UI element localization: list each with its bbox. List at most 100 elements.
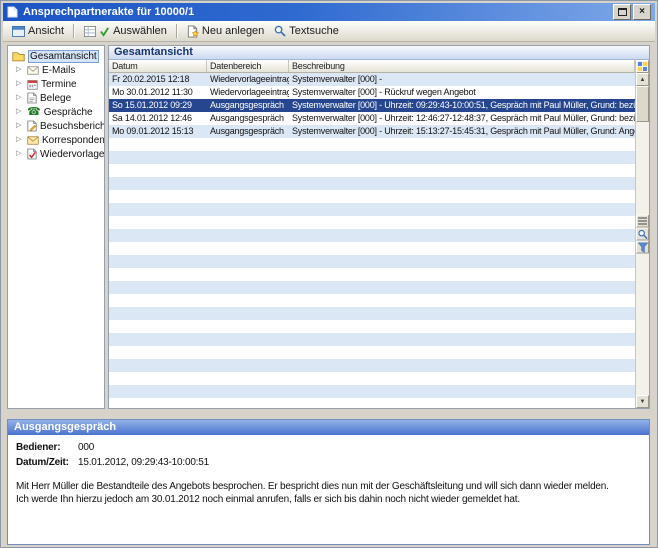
detail-body: Bediener: 000 Datum/Zeit: 15.01.2012, 09… <box>8 435 649 511</box>
entry-list-panel: Gesamtansicht Datum Datenbereich Beschre… <box>108 45 650 409</box>
table-row[interactable]: Sa 14.01.2012 12:46 Ausgangsgespräch Sys… <box>109 112 635 125</box>
toolbar-separator <box>176 24 178 38</box>
expander-icon[interactable] <box>16 105 24 119</box>
tree-item-termine[interactable]: Termine <box>8 77 104 91</box>
neu-anlegen-label: Neu anlegen <box>202 25 264 37</box>
vertical-scrollbar[interactable] <box>635 60 649 408</box>
scroll-up-button[interactable] <box>636 73 649 86</box>
expander-icon[interactable] <box>16 133 24 147</box>
tree-item-korrespondenzen[interactable]: Korrespondenzen <box>8 133 104 147</box>
field-value-bediener: 000 <box>78 440 94 455</box>
column-header-datum[interactable]: Datum <box>109 60 207 72</box>
auswaehlen-label: Auswählen <box>113 25 167 37</box>
navigation-tree: Gesamtansicht E-Mails Termine Belege <box>7 45 105 409</box>
text-search-icon <box>274 25 286 37</box>
list-options-button[interactable] <box>636 215 649 228</box>
tree-item-label: E-Mails <box>42 65 75 76</box>
ansicht-button[interactable]: Ansicht <box>7 23 69 39</box>
mail-icon <box>27 66 39 75</box>
select-grid-icon <box>84 26 96 37</box>
cell-beschreibung: Systemverwalter [000] - Uhrzeit: 12:46:2… <box>289 112 635 125</box>
tree-item-label: Besuchsberichte <box>40 121 104 132</box>
neu-anlegen-button[interactable]: Neu anlegen <box>182 23 269 40</box>
toolbar-separator <box>73 24 75 38</box>
cell-datenbereich: Wiedervorlageeintrag <box>207 86 289 99</box>
expander-icon[interactable] <box>16 119 24 133</box>
tree-item-wiedervorlagen[interactable]: Wiedervorlagen <box>8 147 104 161</box>
expander-icon[interactable] <box>16 77 24 91</box>
filter-icon <box>638 242 648 252</box>
expander-icon[interactable] <box>16 91 24 105</box>
cell-datum: Fr 20.02.2015 12:18 <box>109 73 207 86</box>
table-row[interactable]: Mo 30.01.2012 11:30 Wiedervorlageeintrag… <box>109 86 635 99</box>
detail-field: Datum/Zeit: 15.01.2012, 09:29:43-10:00:5… <box>16 455 641 470</box>
ansicht-label: Ansicht <box>28 25 64 37</box>
cell-datenbereich: Ausgangsgespräch <box>207 112 289 125</box>
tree-item-label: Korrespondenzen <box>42 135 104 146</box>
select-check-icon <box>99 26 110 37</box>
cell-beschreibung: Systemverwalter [000] - <box>289 73 635 86</box>
cell-datum: Sa 14.01.2012 12:46 <box>109 112 207 125</box>
column-header-beschreibung[interactable]: Beschreibung <box>289 60 635 72</box>
close-button[interactable]: × <box>633 4 651 20</box>
report-icon <box>27 120 37 132</box>
detail-panel: Ausgangsgespräch Bediener: 000 Datum/Zei… <box>7 419 650 545</box>
filter-button[interactable] <box>636 241 649 254</box>
expander-icon[interactable] <box>16 147 24 161</box>
close-icon: × <box>639 7 645 17</box>
detail-note: Mit Herr Müller die Bestandteile des Ang… <box>16 480 641 506</box>
grid-icon <box>638 62 647 71</box>
zoom-button[interactable] <box>636 228 649 241</box>
tree-item-gespraeche[interactable]: Gespräche <box>8 105 104 119</box>
tree-item-emails[interactable]: E-Mails <box>8 63 104 77</box>
cell-datum: Mo 30.01.2012 11:30 <box>109 86 207 99</box>
scrollbar-tools <box>636 215 649 254</box>
tree-item-label: Gespräche <box>44 107 93 118</box>
tree-item-gesamtansicht[interactable]: Gesamtansicht <box>8 49 104 63</box>
field-value-datum-zeit: 15.01.2012, 09:29:43-10:00:51 <box>78 455 209 470</box>
scrollbar-thumb[interactable] <box>636 86 649 122</box>
auswaehlen-button[interactable]: Auswählen <box>79 23 172 39</box>
cell-datum: So 15.01.2012 09:29 <box>109 99 207 112</box>
table-row[interactable]: Fr 20.02.2015 12:18 Wiedervorlageeintrag… <box>109 73 635 86</box>
expander-icon[interactable] <box>16 63 24 77</box>
list-icon <box>638 217 647 226</box>
textsuche-label: Textsuche <box>289 25 339 37</box>
toolbar: Ansicht Auswählen Neu anlegen Textsuche <box>3 21 655 42</box>
table-row-selected[interactable]: So 15.01.2012 09:29 Ausgangsgespräch Sys… <box>109 99 635 112</box>
cell-datenbereich: Ausgangsgespräch <box>207 99 289 112</box>
magnifier-icon <box>638 229 648 239</box>
tree-item-belege[interactable]: Belege <box>8 91 104 105</box>
column-chooser-button[interactable] <box>636 60 649 73</box>
view-icon <box>12 26 25 37</box>
field-label-datum-zeit: Datum/Zeit: <box>16 455 78 470</box>
calendar-icon <box>27 79 38 90</box>
detail-title: Ausgangsgespräch <box>8 420 649 435</box>
title-bar: Ansprechpartnerakte für 10000/1 × <box>3 3 655 21</box>
app-icon <box>7 6 19 18</box>
phone-icon <box>27 107 41 118</box>
tree-item-label: Wiedervorlagen <box>40 149 104 160</box>
cell-datenbereich: Ausgangsgespräch <box>207 125 289 138</box>
tree-item-label: Termine <box>41 79 77 90</box>
app-window: Ansprechpartnerakte für 10000/1 × Ansich… <box>0 0 658 548</box>
window-title: Ansprechpartnerakte für 10000/1 <box>23 6 611 18</box>
textsuche-button[interactable]: Textsuche <box>269 23 344 39</box>
tree-item-label: Gesamtansicht <box>28 50 99 63</box>
new-item-icon <box>187 25 199 38</box>
cell-beschreibung: Systemverwalter [000] - Rückruf wegen An… <box>289 86 635 99</box>
letter-icon <box>27 136 39 145</box>
table-header: Datum Datenbereich Beschreibung <box>109 60 635 73</box>
scroll-down-button[interactable] <box>636 395 649 408</box>
restore-icon <box>618 8 627 16</box>
table-row[interactable]: Mo 09.01.2012 15:13 Ausgangsgespräch Sys… <box>109 125 635 138</box>
cell-beschreibung: Systemverwalter [000] - Uhrzeit: 09:29:4… <box>289 99 635 112</box>
tree-item-besuchsberichte[interactable]: Besuchsberichte <box>8 119 104 133</box>
note-line: Mit Herr Müller die Bestandteile des Ang… <box>16 480 641 493</box>
folder-icon <box>12 50 25 62</box>
column-header-datenbereich[interactable]: Datenbereich <box>207 60 289 72</box>
followup-icon <box>27 148 37 160</box>
cell-datum: Mo 09.01.2012 15:13 <box>109 125 207 138</box>
empty-rows-area <box>109 138 635 408</box>
restore-button[interactable] <box>613 4 631 20</box>
